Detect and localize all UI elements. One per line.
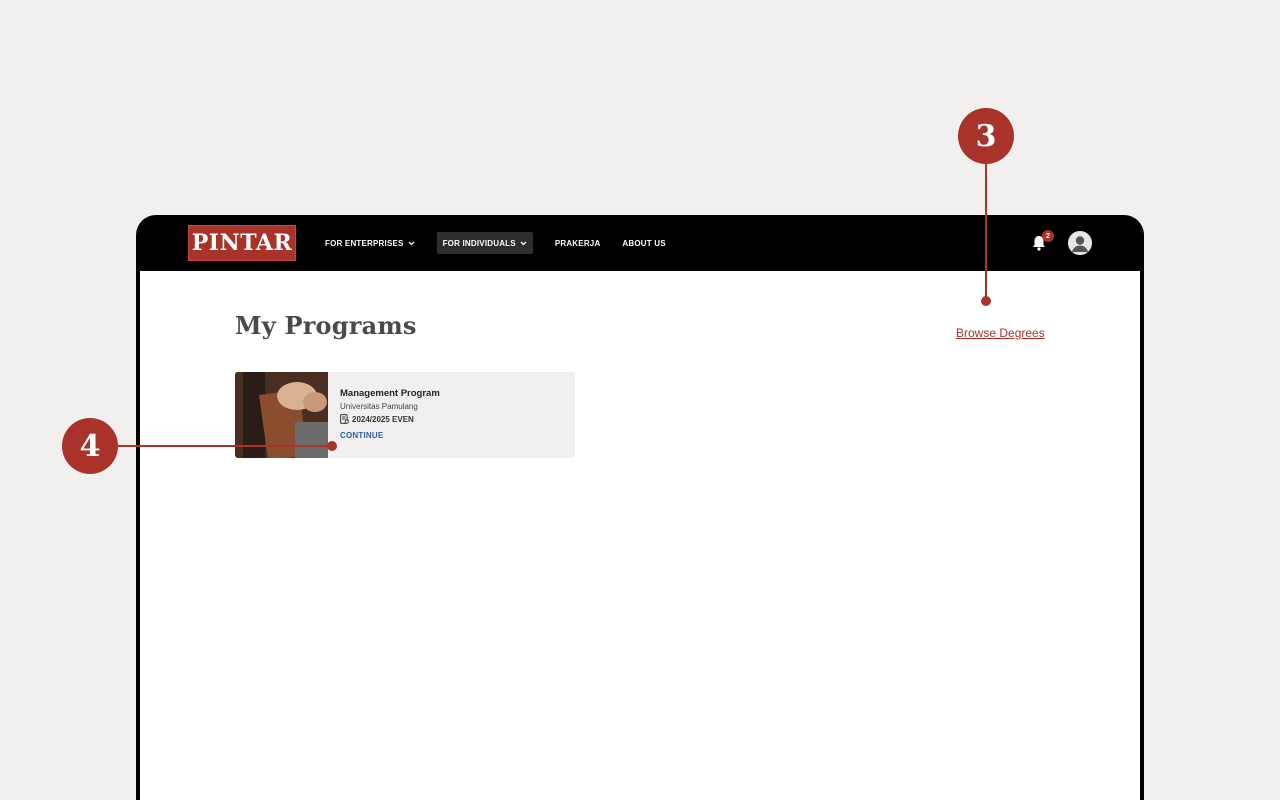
nav-links: FOR ENTERPRISES FOR INDIVIDUALS PRAKERJA…: [325, 232, 688, 254]
callout-4-badge: 4: [62, 418, 118, 474]
callout-3-leader: [985, 164, 987, 300]
nav-right: 2: [1030, 215, 1092, 271]
stage: PINTAR FOR ENTERPRISES FOR INDIVIDUALS P…: [0, 0, 1280, 800]
nav-prakerja[interactable]: PRAKERJA: [555, 232, 601, 254]
nav-prakerja-label: PRAKERJA: [554, 238, 601, 248]
nav-for-enterprises-label: FOR ENTERPRISES: [325, 238, 404, 248]
user-icon: [1068, 231, 1092, 255]
top-navbar: PINTAR FOR ENTERPRISES FOR INDIVIDUALS P…: [140, 215, 1140, 271]
nav-about-us-label: ABOUT US: [622, 238, 666, 248]
continue-link[interactable]: CONTINUE: [340, 431, 440, 440]
program-term: 2024/2025 EVEN: [340, 414, 440, 424]
callout-4-dot: [327, 441, 337, 451]
program-title: Management Program: [340, 388, 440, 399]
nav-for-enterprises[interactable]: FOR ENTERPRISES: [325, 232, 415, 254]
user-avatar[interactable]: [1068, 231, 1092, 255]
pintar-logo[interactable]: PINTAR: [188, 225, 296, 261]
device-frame: PINTAR FOR ENTERPRISES FOR INDIVIDUALS P…: [136, 215, 1144, 800]
chevron-down-icon: [520, 241, 527, 245]
notification-badge: 2: [1042, 230, 1054, 242]
callout-3-badge: 3: [958, 108, 1014, 164]
notification-bell[interactable]: 2: [1030, 230, 1054, 252]
nav-for-individuals[interactable]: FOR INDIVIDUALS: [436, 232, 533, 254]
browse-degrees-link[interactable]: Browse Degrees: [956, 326, 1045, 340]
page-title: My Programs: [235, 311, 417, 340]
nav-about-us[interactable]: ABOUT US: [622, 232, 665, 254]
callout-3-dot: [981, 296, 991, 306]
main-content: My Programs Browse Degrees Management Pr…: [140, 271, 1140, 800]
program-term-label: 2024/2025 EVEN: [352, 414, 414, 424]
document-icon: [340, 414, 349, 424]
program-institution: Universitas Pamulang: [340, 402, 418, 411]
nav-for-individuals-label: FOR INDIVIDUALS: [442, 238, 516, 248]
chevron-down-icon: [408, 241, 415, 245]
callout-4-leader: [118, 445, 332, 447]
program-card-body: Management Program Universitas Pamulang …: [328, 372, 440, 458]
